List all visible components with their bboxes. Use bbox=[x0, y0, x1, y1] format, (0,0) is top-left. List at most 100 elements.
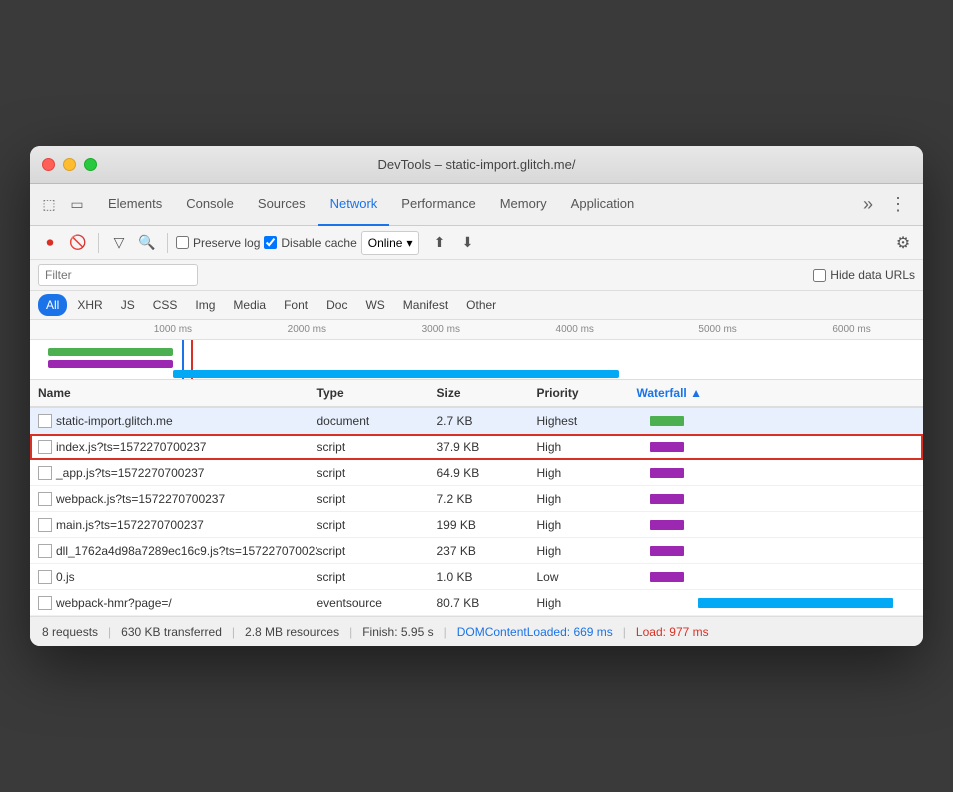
cell-type: script bbox=[317, 518, 437, 532]
toolbar-divider-2 bbox=[167, 233, 168, 253]
cell-waterfall bbox=[637, 434, 916, 459]
table-row[interactable]: dll_1762a4d98a7289ec16c9.js?ts=157227070… bbox=[30, 538, 923, 564]
cell-priority: Highest bbox=[537, 414, 637, 428]
type-filter-css[interactable]: CSS bbox=[145, 294, 186, 316]
table-row[interactable]: webpack.js?ts=1572270700237 script 7.2 K… bbox=[30, 486, 923, 512]
disable-cache-checkbox[interactable]: Disable cache bbox=[264, 236, 356, 250]
cell-type: eventsource bbox=[317, 596, 437, 610]
devtools-window: DevTools – static-import.glitch.me/ ⬚ ▭ … bbox=[30, 146, 923, 646]
maximize-button[interactable] bbox=[84, 158, 97, 171]
cell-waterfall bbox=[637, 486, 916, 511]
ruler-3000ms: 3000 ms bbox=[422, 324, 460, 335]
devtools-menu-button[interactable]: ⋮ bbox=[881, 194, 915, 215]
cell-priority: High bbox=[537, 518, 637, 532]
cell-priority: Low bbox=[537, 570, 637, 584]
cell-name: _app.js?ts=1572270700237 bbox=[38, 466, 317, 480]
status-finish: Finish: 5.95 s bbox=[362, 625, 433, 639]
cell-waterfall bbox=[637, 408, 916, 433]
device-icon[interactable]: ▭ bbox=[66, 194, 88, 216]
filter-input[interactable] bbox=[38, 264, 198, 286]
cell-name: dll_1762a4d98a7289ec16c9.js?ts=157227070… bbox=[38, 544, 317, 558]
file-icon bbox=[38, 570, 52, 584]
waterfall-bar bbox=[650, 520, 683, 530]
cell-name: index.js?ts=1572270700237 bbox=[38, 440, 317, 454]
table-row[interactable]: main.js?ts=1572270700237 script 199 KB H… bbox=[30, 512, 923, 538]
cell-size: 80.7 KB bbox=[437, 596, 537, 610]
record-button[interactable]: ⏺ bbox=[38, 231, 62, 255]
table-row[interactable]: 0.js script 1.0 KB Low bbox=[30, 564, 923, 590]
status-transferred: 630 KB transferred bbox=[121, 625, 222, 639]
table-row[interactable]: _app.js?ts=1572270700237 script 64.9 KB … bbox=[30, 460, 923, 486]
cell-waterfall bbox=[637, 564, 916, 589]
network-toolbar: ⏺ 🚫 ▽ 🔍 Preserve log Disable cache Onlin… bbox=[30, 226, 923, 260]
waterfall-bar bbox=[650, 546, 683, 556]
table-row[interactable]: index.js?ts=1572270700237 script 37.9 KB… bbox=[30, 434, 923, 460]
timeline-bar-doc bbox=[48, 348, 173, 356]
file-icon bbox=[38, 492, 52, 506]
status-resources: 2.8 MB resources bbox=[245, 625, 339, 639]
filter-bar: Hide data URLs bbox=[30, 260, 923, 291]
cell-priority: High bbox=[537, 544, 637, 558]
cell-size: 64.9 KB bbox=[437, 466, 537, 480]
type-filter-all[interactable]: All bbox=[38, 294, 67, 316]
cell-waterfall bbox=[637, 590, 916, 615]
more-tabs-button[interactable]: » bbox=[855, 194, 881, 215]
type-filter-manifest[interactable]: Manifest bbox=[395, 294, 456, 316]
type-filter-doc[interactable]: Doc bbox=[318, 294, 355, 316]
minimize-button[interactable] bbox=[63, 158, 76, 171]
type-filter-ws[interactable]: WS bbox=[357, 294, 392, 316]
hide-data-urls-checkbox[interactable]: Hide data URLs bbox=[813, 268, 915, 282]
type-filter-font[interactable]: Font bbox=[276, 294, 316, 316]
th-size[interactable]: Size bbox=[437, 386, 537, 400]
file-icon bbox=[38, 518, 52, 532]
tab-performance[interactable]: Performance bbox=[389, 184, 487, 226]
cursor-icon[interactable]: ⬚ bbox=[38, 194, 60, 216]
cell-type: script bbox=[317, 440, 437, 454]
ruler-5000ms: 5000 ms bbox=[698, 324, 736, 335]
network-throttle-dropdown[interactable]: Online ▾ bbox=[361, 231, 420, 255]
tab-sources[interactable]: Sources bbox=[246, 184, 318, 226]
settings-button[interactable]: ⚙ bbox=[891, 231, 915, 255]
type-filter-bar: All XHR JS CSS Img Media Font Doc WS Man… bbox=[30, 291, 923, 320]
titlebar: DevTools – static-import.glitch.me/ bbox=[30, 146, 923, 184]
th-priority[interactable]: Priority bbox=[537, 386, 637, 400]
tab-network[interactable]: Network bbox=[318, 184, 390, 226]
status-requests: 8 requests bbox=[42, 625, 98, 639]
timeline-bar-eventsource bbox=[173, 370, 620, 378]
th-waterfall[interactable]: Waterfall ▲ bbox=[637, 386, 916, 400]
table-row[interactable]: static-import.glitch.me document 2.7 KB … bbox=[30, 408, 923, 434]
search-button[interactable]: 🔍 bbox=[135, 231, 159, 255]
clear-button[interactable]: 🚫 bbox=[66, 231, 90, 255]
cell-waterfall bbox=[637, 460, 916, 485]
waterfall-bar-eventsource bbox=[698, 598, 893, 608]
cell-priority: High bbox=[537, 492, 637, 506]
type-filter-other[interactable]: Other bbox=[458, 294, 504, 316]
type-filter-xhr[interactable]: XHR bbox=[69, 294, 110, 316]
th-type[interactable]: Type bbox=[317, 386, 437, 400]
type-filter-js[interactable]: JS bbox=[113, 294, 143, 316]
tab-elements[interactable]: Elements bbox=[96, 184, 174, 226]
timeline-bar-scripts bbox=[48, 360, 173, 368]
th-name[interactable]: Name bbox=[38, 386, 317, 400]
type-filter-media[interactable]: Media bbox=[225, 294, 274, 316]
ruler-1000ms: 1000 ms bbox=[154, 324, 192, 335]
type-filter-img[interactable]: Img bbox=[187, 294, 223, 316]
ruler-2000ms: 2000 ms bbox=[288, 324, 326, 335]
table-header: Name Type Size Priority Waterfall ▲ bbox=[30, 380, 923, 408]
dropdown-arrow: ▾ bbox=[406, 236, 412, 250]
file-icon bbox=[38, 466, 52, 480]
file-icon bbox=[38, 440, 52, 454]
table-body: static-import.glitch.me document 2.7 KB … bbox=[30, 408, 923, 616]
tab-memory[interactable]: Memory bbox=[488, 184, 559, 226]
cell-type: script bbox=[317, 544, 437, 558]
toolbar-divider-1 bbox=[98, 233, 99, 253]
close-button[interactable] bbox=[42, 158, 55, 171]
import-button[interactable]: ⬆ bbox=[427, 231, 451, 255]
table-row[interactable]: webpack-hmr?page=/ eventsource 80.7 KB H… bbox=[30, 590, 923, 616]
tab-console[interactable]: Console bbox=[174, 184, 246, 226]
preserve-log-checkbox[interactable]: Preserve log bbox=[176, 236, 260, 250]
tab-application[interactable]: Application bbox=[559, 184, 647, 226]
filter-icon[interactable]: ▽ bbox=[107, 231, 131, 255]
export-button[interactable]: ⬇ bbox=[455, 231, 479, 255]
ruler-4000ms: 4000 ms bbox=[556, 324, 594, 335]
